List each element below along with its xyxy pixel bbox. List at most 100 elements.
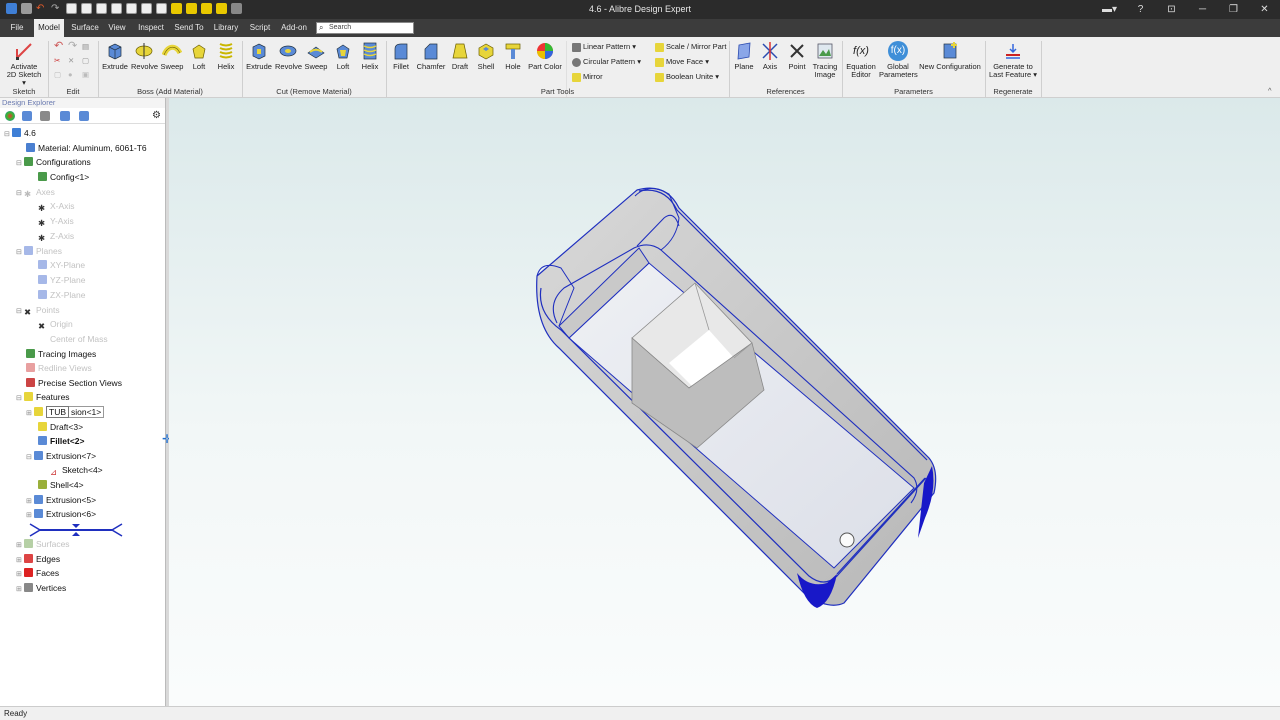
collapse-ribbon-icon[interactable]: ^ xyxy=(1268,85,1272,96)
tree-x-axis[interactable]: ✱ X-Axis xyxy=(38,199,75,213)
tree-sketch4[interactable]: ⊿ Sketch<4> xyxy=(50,463,103,477)
tree-feature-rename[interactable]: ⊞ TUB sion<1> xyxy=(26,405,105,419)
boss-revolve-button[interactable]: Revolve xyxy=(131,41,158,71)
boss-loft-button[interactable]: Loft xyxy=(187,41,211,71)
shell-button[interactable]: Shell xyxy=(474,41,498,71)
3d-viewport[interactable] xyxy=(169,98,1280,706)
tree-root[interactable]: ⊟ 4.6 xyxy=(4,126,36,140)
tab-inspect[interactable]: Inspect xyxy=(134,19,168,37)
view-icon[interactable] xyxy=(60,111,70,121)
search-input[interactable]: ⌕ Search xyxy=(316,22,414,34)
tab-view[interactable]: View xyxy=(104,19,130,37)
tree-vertices[interactable]: ⊞ Vertices xyxy=(16,581,66,595)
tree-planes[interactable]: ⊟ Planes xyxy=(16,244,62,258)
point-button[interactable]: Point xyxy=(786,41,808,71)
tree-redline-views[interactable]: Redline Views xyxy=(26,361,92,375)
tree-precise-section-views[interactable]: Precise Section Views xyxy=(26,376,122,390)
tree-draft3[interactable]: Draft<3> xyxy=(38,420,83,434)
filter-icon[interactable] xyxy=(22,111,32,121)
cut-extrude-button[interactable]: Extrude xyxy=(246,41,272,71)
tab-model[interactable]: Model xyxy=(34,19,64,37)
tree-configurations[interactable]: ⊟ Configurations xyxy=(16,155,91,169)
draft-button[interactable]: Draft xyxy=(448,41,472,71)
tab-script[interactable]: Script xyxy=(246,19,274,37)
linear-pattern-button[interactable]: Linear Pattern ▾ xyxy=(572,41,636,52)
tab-surface[interactable]: Surface xyxy=(68,19,102,37)
tree-fillet2[interactable]: Fillet<2> xyxy=(38,434,85,448)
help-icon[interactable]: ? xyxy=(1125,0,1156,19)
tree-origin[interactable]: ✖ Origin xyxy=(38,317,73,331)
tree-points[interactable]: ⊟ ✖ Points xyxy=(16,303,60,317)
tracing-image-button[interactable]: Tracing Image xyxy=(811,41,839,79)
plane-button[interactable]: Plane xyxy=(732,41,756,71)
edit-more-icon[interactable]: ▣ xyxy=(82,69,89,80)
chamfer-button[interactable]: Chamfer xyxy=(416,41,446,71)
cut-loft-label: Loft xyxy=(336,62,350,71)
tree-y-axis[interactable]: ✱ Y-Axis xyxy=(38,214,74,228)
edit-paste-icon[interactable]: ▢ xyxy=(82,55,89,66)
tree-extrusion6[interactable]: ⊞ Extrusion<6> xyxy=(26,507,96,521)
generate-to-last-feature-button[interactable]: Generate to Last Feature ▾ xyxy=(987,41,1039,79)
tree-z-axis[interactable]: ✱ Z-Axis xyxy=(38,229,74,243)
rollback-marker[interactable] xyxy=(28,522,124,538)
boolean-unite-button[interactable]: Boolean Unite ▾ xyxy=(655,71,719,82)
minimize-icon[interactable]: ─ xyxy=(1187,0,1218,19)
properties-icon[interactable] xyxy=(40,111,50,121)
close-icon[interactable]: ✕ xyxy=(1249,0,1280,19)
tree-surfaces[interactable]: ⊞ Surfaces xyxy=(16,537,70,551)
tree-extrusion7[interactable]: ⊟ Extrusion<7> xyxy=(26,449,96,463)
tab-send-to[interactable]: Send To xyxy=(172,19,206,37)
edit-props-icon[interactable]: ● xyxy=(68,69,73,80)
fillet-button[interactable]: Fillet xyxy=(390,41,412,71)
tree-yz-plane[interactable]: YZ-Plane xyxy=(38,273,85,287)
move-face-button[interactable]: Move Face ▾ xyxy=(655,56,709,67)
dock-icon[interactable]: ⊡ xyxy=(1156,0,1187,19)
design-explorer: Design Explorer ⚙ ⊟ 4.6 Material: Aluminu… xyxy=(0,98,166,706)
tree-config1[interactable]: Config<1> xyxy=(38,170,89,184)
boss-extrude-button[interactable]: Extrude xyxy=(102,41,128,71)
scale-mirror-part-button[interactable]: Scale / Mirror Part xyxy=(655,41,726,52)
tree-shell4[interactable]: Shell<4> xyxy=(38,478,84,492)
edit-copy-icon[interactable]: ▤ xyxy=(82,41,89,52)
boss-helix-button[interactable]: Helix xyxy=(213,41,239,71)
part-color-button[interactable]: Part Color xyxy=(528,41,562,71)
tree-zx-plane[interactable]: ZX-Plane xyxy=(38,288,85,302)
cut-sweep-button[interactable]: Sweep xyxy=(303,41,329,71)
tab-file[interactable]: File xyxy=(4,19,30,37)
tree-center-of-mass[interactable]: Center of Mass xyxy=(38,332,108,346)
cut-helix-button[interactable]: Helix xyxy=(357,41,383,71)
activate-2d-sketch-button[interactable]: Activate 2D Sketch ▾ xyxy=(4,41,44,87)
tree-tracing-images[interactable]: Tracing Images xyxy=(26,347,96,361)
global-parameters-button[interactable]: f(x) Global Parameters xyxy=(879,41,918,79)
part-model[interactable] xyxy=(169,98,1280,706)
circular-pattern-button[interactable]: Circular Pattern ▾ xyxy=(572,56,641,67)
tree-edges[interactable]: ⊞ Edges xyxy=(16,552,60,566)
restore-icon[interactable]: ❐ xyxy=(1218,0,1249,19)
tree-features[interactable]: ⊟ Features xyxy=(16,390,70,404)
cut-revolve-button[interactable]: Revolve xyxy=(275,41,302,71)
appearance-icon[interactable] xyxy=(5,111,15,121)
equation-editor-button[interactable]: f(x) Equation Editor xyxy=(845,41,877,79)
tree-extrusion5[interactable]: ⊞ Extrusion<5> xyxy=(26,493,96,507)
tab-add-on[interactable]: Add-on xyxy=(278,19,310,37)
edit-cut-icon[interactable]: ✂ xyxy=(54,55,60,66)
tree-axes[interactable]: ⊟ ✱ Axes xyxy=(16,185,55,199)
tree-material[interactable]: Material: Aluminum, 6061-T6 xyxy=(26,141,147,155)
hole-button[interactable]: Hole xyxy=(500,41,526,71)
edit-undo-icon[interactable]: ↶ xyxy=(54,41,63,52)
edit-delete-icon[interactable]: ✕ xyxy=(68,55,74,66)
mirror-button[interactable]: Mirror xyxy=(572,71,603,82)
cut-loft-button[interactable]: Loft xyxy=(331,41,355,71)
tab-library[interactable]: Library xyxy=(210,19,242,37)
tree-xy-plane[interactable]: XY-Plane xyxy=(38,258,85,272)
edit-select-icon[interactable]: ▢ xyxy=(54,69,61,80)
edit-redo-icon[interactable]: ↷ xyxy=(68,41,77,52)
user-icon[interactable]: ▬▾ xyxy=(1094,0,1125,19)
tree-faces[interactable]: ⊞ Faces xyxy=(16,566,59,580)
rename-input[interactable]: TUB xyxy=(46,406,69,418)
settings-icon[interactable]: ⚙ xyxy=(152,111,162,121)
axis-button[interactable]: Axis xyxy=(759,41,781,71)
boss-sweep-button[interactable]: Sweep xyxy=(159,41,185,71)
tree-icon[interactable] xyxy=(79,111,89,121)
new-configuration-button[interactable]: New Configuration xyxy=(919,41,981,71)
